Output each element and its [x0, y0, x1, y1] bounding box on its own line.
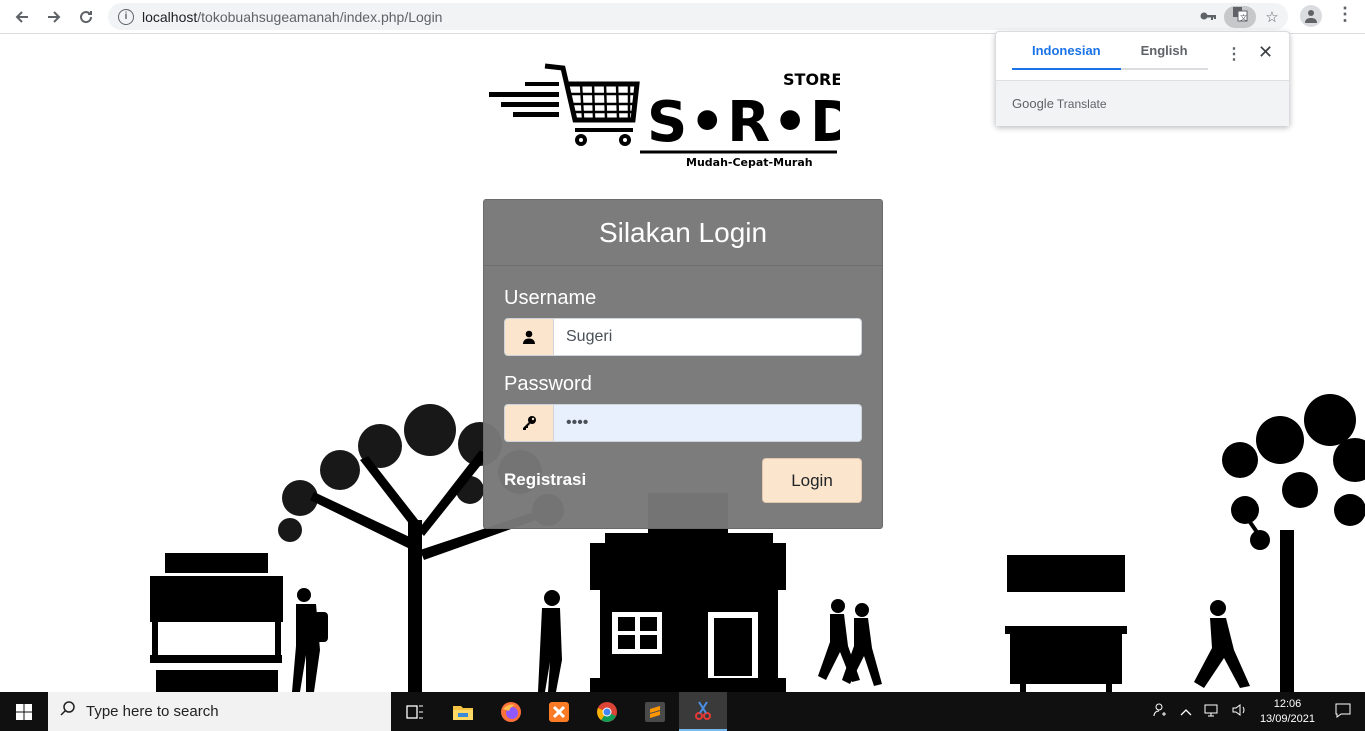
translate-icon[interactable]: 文: [1224, 5, 1256, 28]
firefox-icon[interactable]: [487, 692, 535, 731]
chevron-up-icon[interactable]: [1180, 704, 1192, 719]
username-label: Username: [504, 287, 597, 309]
tab-indonesian[interactable]: Indonesian: [1012, 32, 1121, 70]
translate-label: Translate: [1056, 96, 1107, 111]
browser-toolbar: i localhost/tokobuahsugeamanah/index.php…: [0, 0, 1365, 34]
store-logo: STORE S•R•D Mudah-Cepat-Murah: [489, 63, 840, 169]
notification-icon[interactable]: [1335, 702, 1351, 721]
search-placeholder: Type here to search: [86, 703, 219, 720]
windows-taskbar: Type here to search 12:06 13/09/2021: [0, 692, 1365, 731]
google-brand: Google: [1012, 96, 1054, 111]
logo-store-text: STORE: [783, 70, 840, 89]
forward-button[interactable]: [38, 1, 70, 33]
system-tray: 12:06 13/09/2021: [1146, 692, 1365, 731]
logo-tagline: Mudah-Cepat-Murah: [686, 156, 813, 169]
translate-tabs: Indonesian English: [1012, 32, 1208, 72]
url-host: localhost: [142, 8, 198, 25]
login-title: Silakan Login: [484, 200, 882, 266]
password-label: Password: [504, 373, 592, 395]
chrome-icon[interactable]: [583, 692, 631, 731]
windows-start-icon[interactable]: [0, 692, 48, 731]
key-icon[interactable]: [1192, 8, 1224, 25]
key-icon: [504, 404, 554, 442]
browser-menu-icon[interactable]: ⋮: [1336, 4, 1354, 25]
username-group: Sugeri: [504, 318, 862, 356]
clock-date: 13/09/2021: [1259, 712, 1315, 725]
taskbar-search-box[interactable]: Type here to search: [48, 692, 391, 731]
translate-options-icon[interactable]: ⋮: [1226, 44, 1242, 64]
omnibox-actions: 文 ☆: [1192, 3, 1288, 30]
registrasi-link[interactable]: Registrasi: [504, 470, 586, 490]
reload-button[interactable]: [70, 1, 102, 33]
snipping-tool-icon[interactable]: [679, 692, 727, 731]
profile-avatar-icon[interactable]: [1300, 5, 1322, 27]
password-input[interactable]: ••••: [554, 404, 862, 442]
site-info-icon[interactable]: i: [118, 8, 134, 25]
file-explorer-icon[interactable]: [439, 692, 487, 731]
search-icon: [60, 701, 76, 722]
url-path: /tokobuahsugeamanah/index.php/Login: [197, 8, 443, 25]
xampp-icon[interactable]: [535, 692, 583, 731]
bookmark-star-icon[interactable]: ☆: [1256, 8, 1288, 26]
task-view-icon[interactable]: [391, 692, 439, 731]
translate-footer: Google Translate: [996, 80, 1289, 126]
password-group: ••••: [504, 404, 862, 442]
taskbar-clock[interactable]: 12:06 13/09/2021: [1260, 697, 1315, 727]
tab-english[interactable]: English: [1120, 32, 1208, 70]
username-input[interactable]: Sugeri: [554, 318, 862, 356]
address-bar[interactable]: i localhost/tokobuahsugeamanah/index.php…: [108, 3, 1288, 30]
close-icon[interactable]: ✕: [1258, 42, 1273, 63]
url-text[interactable]: localhost/tokobuahsugeamanah/index.php/L…: [142, 9, 442, 25]
clock-time: 12:06: [1273, 697, 1302, 710]
login-button[interactable]: Login: [762, 458, 862, 503]
network-icon[interactable]: [1204, 703, 1220, 720]
login-card: Silakan Login Username Sugeri Password •…: [483, 199, 883, 529]
svg-text:文: 文: [1240, 13, 1247, 22]
translate-popup: Indonesian English ⋮ ✕ Google Translate: [995, 31, 1290, 126]
user-icon: [504, 318, 554, 356]
volume-icon[interactable]: [1232, 703, 1248, 720]
sublime-text-icon[interactable]: [631, 692, 679, 731]
back-button[interactable]: [6, 1, 38, 33]
logo-brand-text: S•R•D: [647, 90, 840, 155]
people-icon[interactable]: [1152, 702, 1168, 721]
